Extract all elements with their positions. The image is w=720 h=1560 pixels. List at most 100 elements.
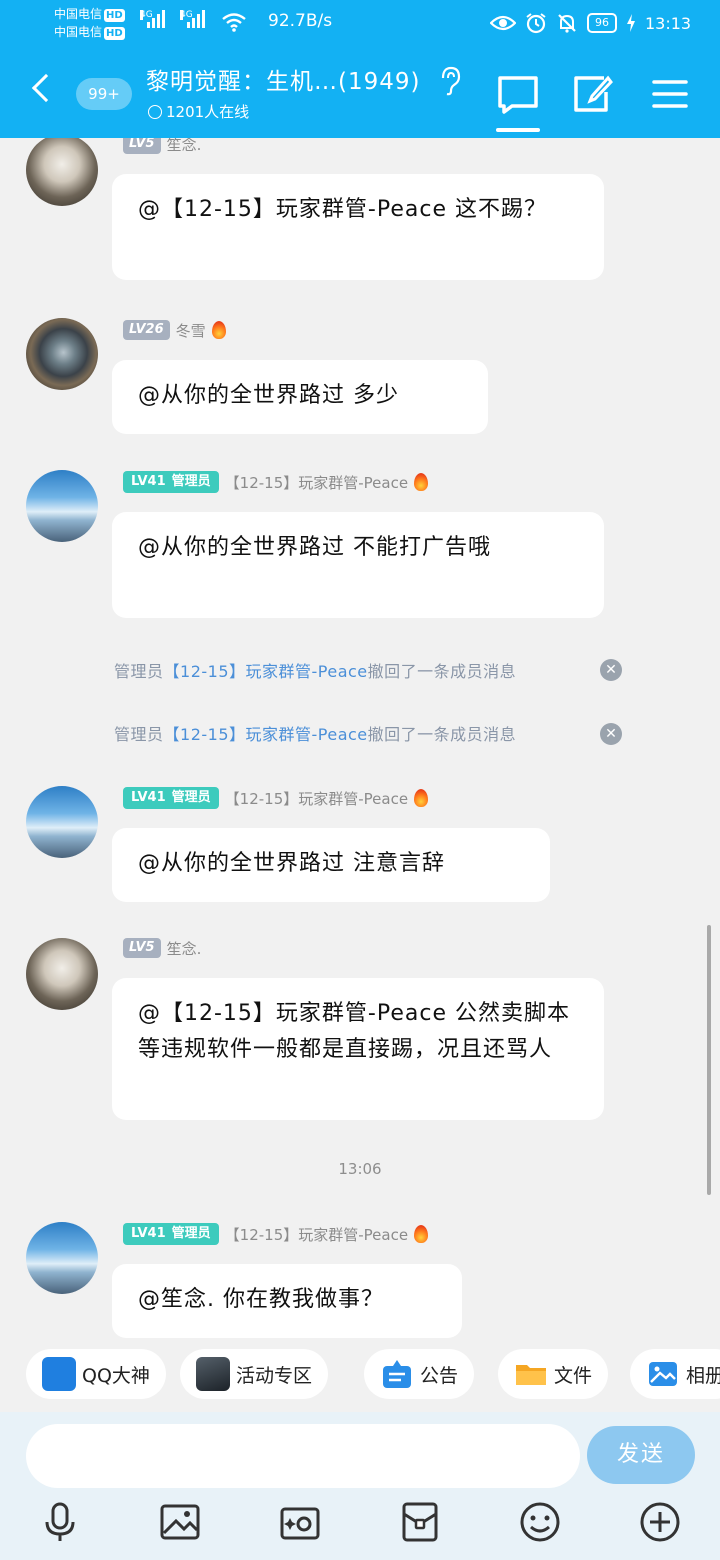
admin-level-badge: LV41 管理员 [123, 787, 219, 809]
notice-admin-name[interactable]: 【12-15】玩家群管-Peace [164, 662, 368, 681]
carrier-name-2: 中国电信 [54, 25, 103, 39]
mute-bell-icon [558, 14, 576, 33]
avatar[interactable] [26, 938, 98, 1010]
sender-nickname: 冬雪 [175, 321, 206, 340]
hd-badge-2: HD [104, 27, 125, 40]
shortcut-announcement[interactable]: 公告 [364, 1349, 475, 1399]
emoji-icon[interactable] [518, 1500, 562, 1544]
edit-note-icon[interactable] [570, 72, 614, 116]
sender-nickname: 【12-15】玩家群管-Peace [224, 789, 409, 808]
online-count: 1201人在线 [166, 103, 250, 121]
system-notice: 管理员【12-15】玩家群管-Peace撤回了一条成员消息 [114, 658, 516, 682]
battery-level: 96 [587, 13, 617, 33]
admin-level-badge: LV41 管理员 [123, 1223, 219, 1245]
fire-icon [414, 789, 429, 807]
message-bubble[interactable]: @【12-15】玩家群管-Peace 公然卖脚本等违规软件一般都是直接踢，况且还… [112, 978, 604, 1120]
fire-icon [414, 1225, 429, 1243]
shortcut-label: 文件 [554, 1364, 593, 1387]
charging-icon [627, 14, 635, 32]
shortcut-label: 相册 [686, 1364, 720, 1387]
admin-level-badge: LV41 管理员 [123, 471, 219, 493]
status-bar: 中国电信 HD 中国电信 HD 4G 4G 92.7B/s 96 13:13 [0, 0, 720, 46]
active-tab-indicator [496, 128, 540, 132]
message-input[interactable] [26, 1424, 580, 1488]
unread-count-badge[interactable]: 99+ [76, 78, 132, 110]
role-badge: 管理员 [171, 474, 211, 489]
notice-prefix: 管理员 [114, 725, 164, 744]
notice-admin-name[interactable]: 【12-15】玩家群管-Peace [164, 725, 368, 744]
status-icons: 96 13:13 [490, 10, 691, 36]
avatar[interactable] [26, 1222, 98, 1294]
sender-info: LV41 管理员 【12-15】玩家群管-Peace [123, 1222, 429, 1246]
close-icon[interactable]: ✕ [600, 723, 622, 745]
sender-info: LV5 笙念. [123, 138, 201, 156]
hd-badge-1: HD [104, 9, 125, 22]
shortcut-label: 活动专区 [236, 1364, 313, 1387]
scrollbar[interactable] [707, 925, 711, 1195]
avatar[interactable] [26, 318, 98, 390]
shortcut-qq-dashen[interactable]: QQ大神 [26, 1349, 166, 1399]
avatar[interactable] [26, 138, 98, 206]
events-icon [196, 1357, 230, 1391]
avatar[interactable] [26, 786, 98, 858]
message-bubble[interactable]: @从你的全世界路过 注意言辞 [112, 828, 550, 902]
chat-messages[interactable]: LV5 笙念. @【12-15】玩家群管-Peace 这不踢？ LV26 冬雪 … [0, 138, 720, 1338]
network-type-1: 4G [140, 10, 153, 20]
signal-icon: 4G [180, 10, 205, 28]
message-bubble[interactable]: @笙念. 你在教我做事？ [112, 1264, 462, 1338]
announcement-icon [383, 1360, 411, 1388]
system-notice: 管理员【12-15】玩家群管-Peace撤回了一条成员消息 [114, 721, 516, 745]
alarm-icon [526, 13, 546, 34]
back-arrow-icon[interactable] [31, 73, 61, 103]
online-check-icon [148, 104, 162, 119]
shortcut-files[interactable]: 文件 [498, 1349, 609, 1399]
online-status: 1201人在线 [148, 101, 249, 122]
level-badge: LV41 [131, 474, 166, 489]
menu-icon[interactable] [648, 72, 692, 116]
carrier-info: 中国电信 HD 中国电信 HD [54, 5, 125, 41]
shortcut-bar[interactable]: QQ大神 活动专区 公告 文件 相册 [0, 1338, 720, 1412]
album-icon [649, 1362, 677, 1386]
chat-tab-icon[interactable] [496, 72, 540, 116]
shortcut-album[interactable]: 相册 [630, 1349, 720, 1399]
sender-info: LV41 管理员 【12-15】玩家群管-Peace [123, 470, 429, 494]
camera-icon[interactable] [278, 1500, 322, 1544]
notice-text: 撤回了一条成员消息 [367, 725, 517, 744]
notice-prefix: 管理员 [114, 662, 164, 681]
sender-nickname: 笙念. [166, 138, 202, 154]
red-packet-icon[interactable] [398, 1500, 442, 1544]
title-bar: 中国电信 HD 中国电信 HD 4G 4G 92.7B/s 96 13:13 99+ [0, 0, 720, 138]
sender-info: LV41 管理员 【12-15】玩家群管-Peace [123, 786, 429, 810]
role-badge: 管理员 [171, 1226, 211, 1241]
plus-icon[interactable] [638, 1500, 682, 1544]
shortcut-events[interactable]: 活动专区 [180, 1349, 329, 1399]
send-button[interactable]: 发送 [587, 1426, 695, 1484]
notice-text: 撤回了一条成员消息 [367, 662, 517, 681]
network-speed: 92.7B/s [268, 11, 333, 31]
level-badge: LV41 [131, 790, 166, 805]
sender-nickname: 笙念. [166, 939, 202, 958]
qq-dashen-icon [42, 1357, 76, 1391]
fire-icon [414, 473, 429, 491]
level-badge: LV41 [131, 1226, 166, 1241]
status-time: 13:13 [645, 13, 692, 33]
sender-nickname: 【12-15】玩家群管-Peace [224, 1225, 409, 1244]
message-bubble[interactable]: @【12-15】玩家群管-Peace 这不踢？ [112, 174, 604, 280]
role-badge: 管理员 [171, 790, 211, 805]
level-badge: LV5 [123, 938, 161, 958]
message-bubble[interactable]: @从你的全世界路过 多少 [112, 360, 488, 434]
avatar[interactable] [26, 470, 98, 542]
microphone-icon[interactable] [38, 1500, 82, 1544]
shortcut-label: QQ大神 [82, 1364, 150, 1387]
ear-icon [441, 66, 461, 96]
network-type-2: 4G [180, 10, 193, 20]
sender-nickname: 【12-15】玩家群管-Peace [224, 473, 409, 492]
message-bubble[interactable]: @从你的全世界路过 不能打广告哦 [112, 512, 604, 618]
eye-icon [490, 15, 516, 31]
carrier-name-1: 中国电信 [54, 7, 103, 21]
sender-info: LV5 笙念. [123, 936, 201, 960]
close-icon[interactable]: ✕ [600, 659, 622, 681]
image-icon[interactable] [158, 1500, 202, 1544]
shortcut-label: 公告 [420, 1364, 459, 1387]
time-divider: 13:06 [338, 1160, 382, 1178]
